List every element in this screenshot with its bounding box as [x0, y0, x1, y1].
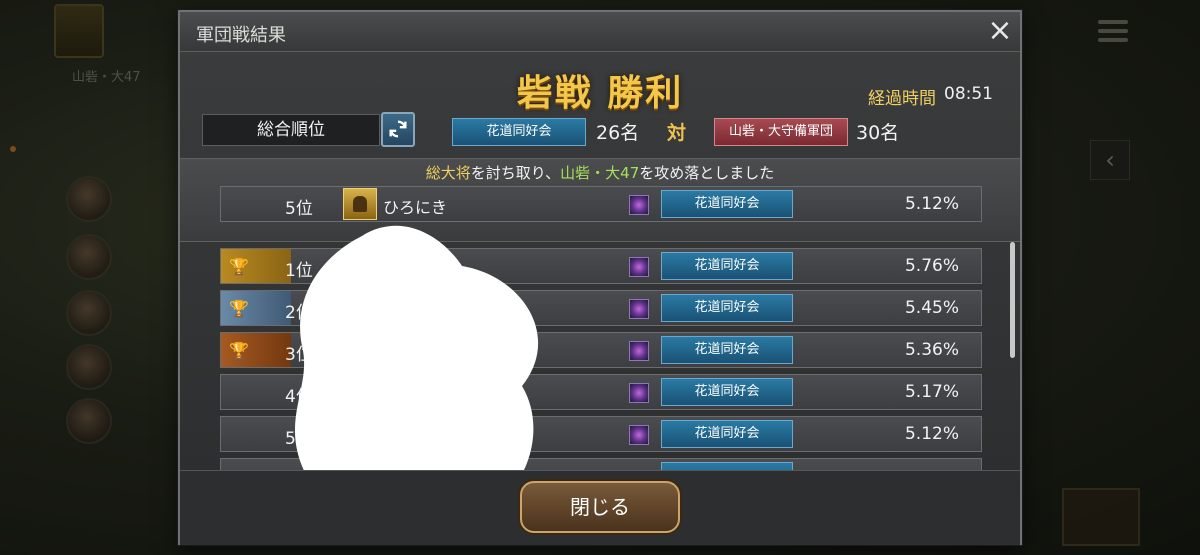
game-screen: 山砦・大47 ‹ 軍団戦結果 × 砦戦 勝利 経過時間 08:51 総合順位 花… [0, 0, 1200, 555]
guild-crest-icon [629, 383, 649, 403]
team-tag: 花道同好会 [661, 420, 793, 448]
trophy-icon: 🏆 [229, 299, 249, 318]
team-tag: 花道同好会 [661, 252, 793, 280]
result-title: 砦戦 勝利 [516, 73, 684, 114]
elapsed-time-label: 経過時間 [868, 89, 936, 109]
trophy-icon: 🏆 [229, 341, 249, 360]
guild-crest-icon [629, 257, 649, 277]
attacking-team-badge: 花道同好会 [452, 118, 586, 146]
close-button[interactable]: 閉じる [520, 481, 680, 533]
announcement-mid: を討ち取り、 [470, 164, 561, 182]
list-scrollbar[interactable] [1010, 242, 1015, 358]
dialog-title: 軍団戦結果 [196, 25, 286, 46]
announcement-commander: 総大将 [425, 164, 471, 182]
team-tag: 花道同好会 [661, 190, 793, 218]
team-tag: 花道同好会 [661, 336, 793, 364]
guild-crest-icon [629, 425, 649, 445]
close-icon[interactable]: × [984, 16, 1016, 48]
contribution-percent: 5.17% [904, 382, 959, 402]
ranking-type-select[interactable]: 総合順位 [202, 114, 380, 146]
player-name: ひろにき [383, 198, 448, 217]
guild-crest-icon [629, 341, 649, 361]
defending-team-count: 30名 [856, 122, 900, 144]
team-tag: 花道同好会 [661, 378, 793, 406]
battle-result-dialog: 軍団戦結果 × 砦戦 勝利 経過時間 08:51 総合順位 花道同好会 26名 … [178, 10, 1022, 545]
announcement-end: を攻め落としました [639, 164, 775, 182]
bronze-rank-badge: 🏆 [221, 333, 291, 367]
announcement-fort: 山砦・大47 [560, 164, 640, 182]
trophy-icon: 🏆 [229, 257, 249, 276]
contribution-percent: 5.12% [904, 424, 959, 444]
contribution-percent: 5.36% [904, 340, 959, 360]
contribution-percent: 5.76% [904, 256, 959, 276]
contribution-percent: 5.12% [904, 194, 959, 214]
contribution-percent: 5.45% [904, 298, 959, 318]
team-tag: 花道同好会 [661, 294, 793, 322]
refresh-icon [389, 120, 407, 138]
gold-rank-badge: 🏆 [221, 249, 291, 283]
refresh-button[interactable] [381, 112, 415, 147]
attacking-team-count: 26名 [596, 122, 640, 144]
versus-label: 対 [667, 122, 687, 144]
defending-team-badge: 山砦・大守備軍団 [714, 118, 848, 146]
guild-crest-icon [629, 299, 649, 319]
dialog-title-bar: 軍団戦結果 × [180, 12, 1020, 52]
elapsed-time-value: 08:51 [944, 84, 993, 104]
guild-crest-icon [629, 195, 649, 215]
announcement-text: 総大将を討ち取り、山砦・大47を攻め落としました [180, 162, 1020, 183]
silver-rank-badge: 🏆 [221, 291, 291, 325]
team-tag [661, 462, 793, 470]
